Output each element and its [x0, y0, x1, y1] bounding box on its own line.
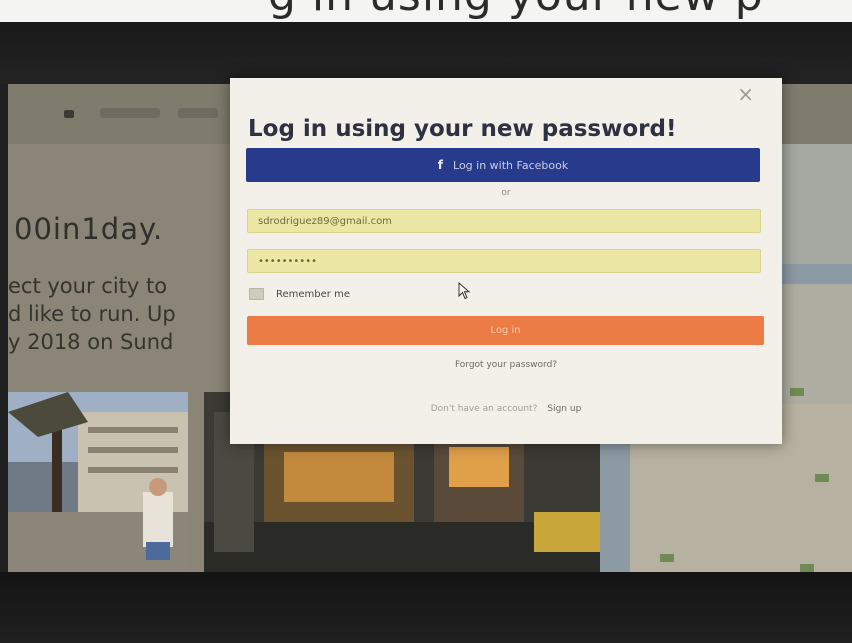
mouse-cursor-icon	[458, 282, 471, 300]
signup-link[interactable]: Sign up	[547, 404, 581, 414]
signup-row: Don't have an account? Sign up	[230, 404, 782, 414]
city-photo-street	[8, 392, 188, 572]
nav-link[interactable]	[178, 108, 218, 118]
or-divider: or	[501, 188, 511, 198]
hero-line: ect your city to	[8, 274, 168, 298]
hero-title: 00in1day.	[14, 212, 164, 246]
signup-prompt: Don't have an account?	[430, 404, 538, 414]
caption-strip: g in using your new p	[0, 0, 852, 22]
remember-me-row: Remember me	[249, 288, 350, 300]
remember-me-checkbox[interactable]	[249, 288, 264, 300]
login-modal: × Log in using your new password! f Log …	[230, 78, 782, 444]
city-photo-tile[interactable]	[8, 392, 188, 572]
nav-link[interactable]	[100, 108, 160, 118]
facebook-login-label: Log in with Facebook	[453, 158, 569, 172]
hero-line: y 2018 on Sund	[8, 330, 174, 354]
password-field[interactable]	[247, 249, 761, 273]
caption-text: g in using your new p	[268, 0, 764, 21]
hero-line: d like to run. Up	[8, 302, 176, 326]
forgot-password-link[interactable]: Forgot your password?	[230, 360, 782, 370]
login-button[interactable]: Log in	[247, 316, 764, 345]
nav-menu-icon[interactable]	[64, 110, 74, 118]
email-field[interactable]	[247, 209, 761, 233]
modal-title: Log in using your new password!	[248, 116, 677, 142]
close-icon[interactable]: ×	[737, 82, 754, 106]
facebook-login-button[interactable]: f Log in with Facebook	[246, 148, 760, 182]
remember-me-label: Remember me	[276, 288, 350, 300]
photo-frame: g in using your new p 00in1day. ect your…	[0, 0, 852, 643]
monitor-bezel-bottom	[0, 572, 852, 643]
facebook-icon: f	[437, 158, 444, 172]
monitor-bezel-top	[0, 22, 852, 84]
